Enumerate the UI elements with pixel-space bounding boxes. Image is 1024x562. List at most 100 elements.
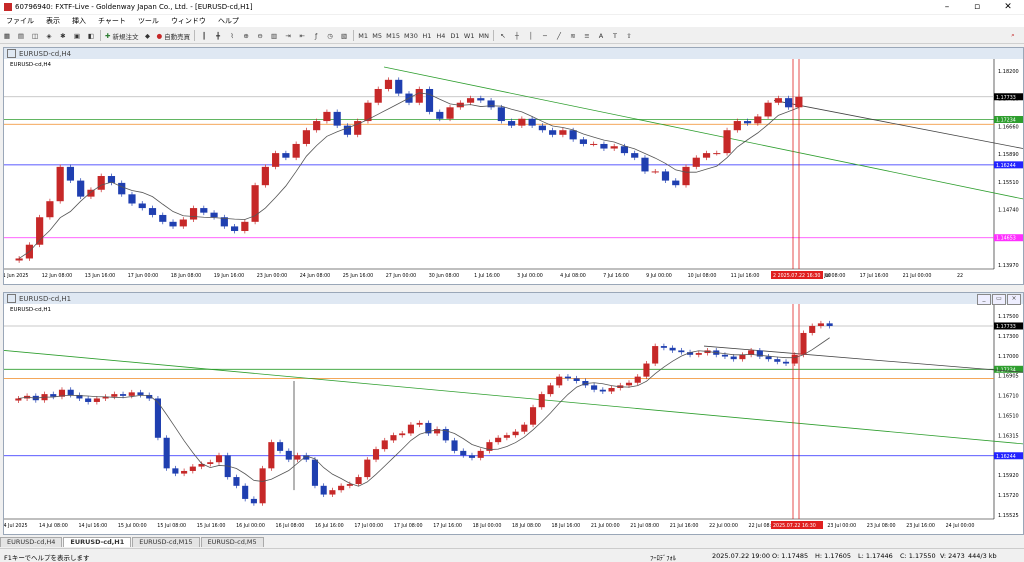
candle-body xyxy=(372,449,380,460)
chart-window-title: EURUSD-cd,H1 xyxy=(19,294,72,303)
crosshair-icon[interactable]: ┼ xyxy=(511,29,523,42)
chart-close-button[interactable]: × xyxy=(1007,294,1021,305)
time-tick-label: 21 Jul 16:00 xyxy=(670,523,699,529)
candle-body xyxy=(661,171,670,181)
candle-body xyxy=(159,214,167,222)
candle-body xyxy=(292,143,300,158)
fibonacci-icon[interactable]: ≡ xyxy=(581,29,593,42)
candle-body xyxy=(261,166,269,186)
candle-body xyxy=(529,407,537,425)
candle-body xyxy=(782,361,790,364)
candle-body xyxy=(569,130,577,140)
arrow-tool-icon[interactable]: ⇧ xyxy=(623,29,635,42)
timeframe-d1[interactable]: D1 xyxy=(449,29,461,42)
navigator-icon[interactable]: ✱ xyxy=(57,29,69,42)
terminal-icon[interactable]: ▣ xyxy=(71,29,83,42)
menu-view[interactable]: 表示 xyxy=(40,16,66,26)
trendline-icon[interactable]: ╱ xyxy=(553,29,565,42)
periods-icon[interactable]: ◷ xyxy=(324,29,336,42)
maximize-button[interactable]: ▫ xyxy=(962,0,992,14)
text-tool-icon[interactable]: A xyxy=(595,29,607,42)
menu-file[interactable]: ファイル xyxy=(0,16,40,26)
close-button[interactable]: ✕ xyxy=(993,0,1023,14)
timeframe-h4[interactable]: H4 xyxy=(435,29,447,42)
candle-body xyxy=(200,208,208,213)
candlestick-icon[interactable]: ╋ xyxy=(212,29,224,42)
price-tick-label: 1.15720 xyxy=(998,493,1019,499)
data-window-icon[interactable]: ◈ xyxy=(43,29,55,42)
candle-body xyxy=(512,431,519,436)
auto-trade-button[interactable]: ● 自動売買 xyxy=(155,29,191,42)
timeframe-w1[interactable]: W1 xyxy=(463,29,476,42)
price-tick-label: 1.16510 xyxy=(998,414,1019,420)
chart-restore-button[interactable]: ▭ xyxy=(992,294,1006,305)
tab-eurusd-m5[interactable]: EURUSD-cd,M5 xyxy=(200,537,264,547)
tab-eurusd-h1[interactable]: EURUSD-cd,H1 xyxy=(63,537,132,547)
timeframe-m30[interactable]: M30 xyxy=(403,29,419,42)
templates-icon[interactable]: ▧ xyxy=(338,29,350,42)
candlestick-chart-h1[interactable]: EURUSD-cd,H1 1.17500 1.17300 1.17000 1.16905… xyxy=(0,304,1024,533)
candle-body xyxy=(764,102,772,117)
timeframe-m5[interactable]: M5 xyxy=(371,29,383,42)
candle-body xyxy=(250,498,257,504)
chart-minimize-button[interactable]: _ xyxy=(977,294,991,305)
zoom-in-icon[interactable]: ⊕ xyxy=(240,29,252,42)
cursor-icon[interactable]: ↖ xyxy=(497,29,509,42)
time-tick-label: 21 Jul 00:00 xyxy=(903,273,932,279)
candle-body xyxy=(374,88,382,103)
horizontal-line-icon[interactable]: ─ xyxy=(539,29,551,42)
chart-shift-icon[interactable]: ⇤ xyxy=(296,29,308,42)
candle-body xyxy=(579,139,588,144)
label-tool-icon[interactable]: T xyxy=(609,29,621,42)
tile-windows-icon[interactable]: ▥ xyxy=(268,29,280,42)
time-tick-label: 9 Jul 00:00 xyxy=(646,273,672,279)
chart-window-h4: EURUSD-cd,H4 EURUSD-cd,H41.182001.174301… xyxy=(0,47,1024,285)
new-order-button[interactable]: ✚ 新規注文 xyxy=(104,29,139,42)
market-watch-icon[interactable]: ◫ xyxy=(29,29,41,42)
candle-body xyxy=(466,98,475,103)
candle-body xyxy=(564,376,571,379)
price-tick-label: 1.17500 xyxy=(998,314,1019,320)
time-tick-label: 22 Jul 00:00 xyxy=(709,523,738,529)
candle-body xyxy=(723,130,731,154)
green-level-label-text: 1.17234 xyxy=(996,117,1016,123)
candlestick-chart-h4[interactable]: EURUSD-cd,H41.182001.174301.166601.15890… xyxy=(0,59,1024,283)
meta-editor-icon[interactable]: ◆ xyxy=(141,29,153,42)
tester-icon[interactable]: ◧ xyxy=(85,29,97,42)
candle-body xyxy=(189,208,198,220)
line-chart-icon[interactable]: ⌇ xyxy=(226,29,238,42)
time-tick-label: 17 Jul 08:00 xyxy=(394,523,423,529)
search-icon[interactable]: ⌕ xyxy=(1007,29,1019,42)
candle-body xyxy=(311,459,319,486)
chart-window-icon xyxy=(7,49,16,58)
menu-chart[interactable]: チャート xyxy=(92,16,132,26)
candle-body xyxy=(518,118,526,126)
time-tick-label: 11 Jun 2025 xyxy=(4,273,28,279)
minimize-button[interactable]: – xyxy=(932,0,962,14)
candle-body xyxy=(416,422,423,425)
candle-body xyxy=(46,201,54,218)
menu-insert[interactable]: 挿入 xyxy=(66,16,92,26)
tab-eurusd-m15[interactable]: EURUSD-cd,M15 xyxy=(132,537,200,547)
menu-help[interactable]: ヘルプ xyxy=(212,16,245,26)
timeframe-mn[interactable]: MN xyxy=(477,29,489,42)
candle-body xyxy=(652,346,659,364)
indicators-icon[interactable]: ƒ xyxy=(310,29,322,42)
channel-icon[interactable]: ≋ xyxy=(567,29,579,42)
timeframe-m1[interactable]: M1 xyxy=(357,29,369,42)
bar-chart-icon[interactable]: ┃ xyxy=(198,29,210,42)
autoscroll-icon[interactable]: ⇥ xyxy=(282,29,294,42)
blue-level-label-text: 1.16244 xyxy=(996,454,1016,460)
vertical-line-icon[interactable]: │ xyxy=(525,29,537,42)
zoom-out-icon[interactable]: ⊖ xyxy=(254,29,266,42)
auto-trade-label: 自動売買 xyxy=(164,32,191,41)
time-tick-label: 18 Jul 08:00 xyxy=(512,523,541,529)
new-chart-icon[interactable]: ▦ xyxy=(1,29,13,42)
menu-window[interactable]: ウィンドウ xyxy=(165,16,212,26)
tab-eurusd-h4[interactable]: EURUSD-cd,H4 xyxy=(0,537,63,547)
timeframe-m15[interactable]: M15 xyxy=(385,29,401,42)
timeframe-h1[interactable]: H1 xyxy=(421,29,433,42)
candle-body xyxy=(528,118,536,126)
profiles-icon[interactable]: ▤ xyxy=(15,29,27,42)
menu-tools[interactable]: ツール xyxy=(132,16,165,26)
